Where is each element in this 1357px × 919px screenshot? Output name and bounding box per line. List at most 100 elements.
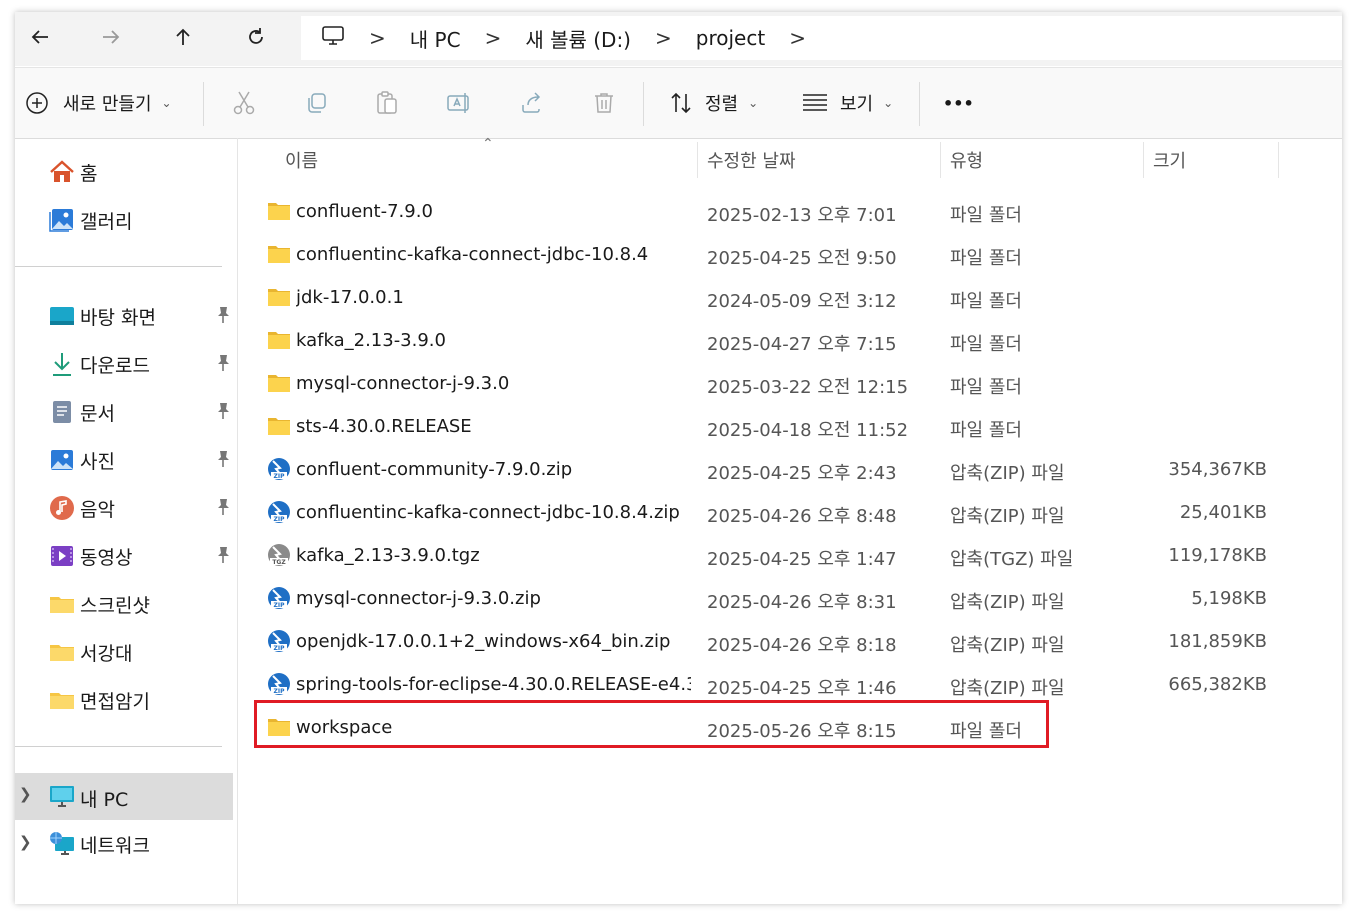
file-row[interactable]: TGZ kafka_2.13-3.9.0.tgz 2025-04-25 오후 1:4… — [257, 535, 1317, 578]
file-type: 파일 폴더 — [950, 334, 1022, 355]
column-header-name[interactable]: 이름 — [285, 138, 318, 182]
zip-icon: ZIP — [267, 672, 291, 696]
file-explorer-window: > 내 PC > 새 볼륨 (D:) > project > 새로 만들기 ⌄ — [15, 12, 1342, 904]
sidebar-item-desktop[interactable]: 바탕 화면 — [15, 293, 237, 337]
breadcrumb-separator[interactable]: > — [357, 26, 398, 50]
breadcrumb-separator[interactable]: > — [473, 26, 514, 50]
chevron-right-icon[interactable]: ❯ — [19, 833, 32, 851]
folder-icon — [50, 597, 74, 613]
sidebar-item-documents[interactable]: 문서 — [15, 389, 237, 433]
pin-icon[interactable] — [215, 353, 231, 373]
file-row[interactable]: jdk-17.0.0.1 2024-05-09 오전 3:12 파일 폴더 — [257, 277, 1317, 320]
sidebar-item-label: 사진 — [80, 451, 115, 473]
file-date: 2025-02-13 오후 7:01 — [707, 205, 897, 226]
file-name: spring-tools-for-eclipse-4.30.0.RELEASE-… — [296, 674, 691, 695]
new-button-label: 새로 만들기 — [63, 94, 152, 115]
sidebar-item-sogang[interactable]: 서강대 — [15, 629, 237, 673]
forward-button[interactable] — [93, 19, 129, 55]
sidebar-item-downloads[interactable]: 다운로드 — [15, 341, 237, 385]
delete-button[interactable] — [590, 89, 618, 117]
sidebar-item-network[interactable]: ❯ 네트워크 — [15, 821, 237, 865]
pin-icon[interactable] — [215, 497, 231, 517]
sidebar-item-label: 홈 — [80, 163, 98, 185]
sidebar-item-gallery[interactable]: 갤러리 — [15, 197, 237, 241]
breadcrumb-separator[interactable]: > — [777, 26, 818, 50]
column-header-size[interactable]: 크기 — [1153, 138, 1186, 182]
sidebar-item-label: 문서 — [80, 403, 115, 425]
pin-icon[interactable] — [215, 305, 231, 325]
zip-icon: ZIP — [267, 500, 291, 524]
chevron-down-icon: ⌄ — [161, 96, 172, 110]
column-divider[interactable] — [1278, 142, 1279, 178]
folder-icon — [267, 414, 291, 438]
sidebar-item-interview[interactable]: 면접암기 — [15, 677, 237, 721]
file-type: 파일 폴더 — [950, 377, 1022, 398]
sidebar-item-label: 다운로드 — [80, 355, 150, 377]
file-row[interactable]: ZIP confluent-community-7.9.0.zip 2025-04-… — [257, 449, 1317, 492]
sidebar-item-this-pc[interactable]: ❯ 내 PC — [15, 773, 233, 820]
svg-text:ZIP: ZIP — [274, 602, 286, 609]
pin-icon[interactable] — [215, 401, 231, 421]
sort-button[interactable]: 정렬 ⌄ — [669, 68, 758, 138]
more-options-button[interactable]: ••• — [943, 68, 974, 138]
copy-button[interactable] — [302, 89, 330, 117]
pin-icon[interactable] — [215, 545, 231, 565]
folder-icon — [267, 328, 291, 352]
sidebar-item-screenshots[interactable]: 스크린샷 — [15, 581, 237, 625]
file-row[interactable]: ZIP mysql-connector-j-9.3.0.zip 2025-04-26… — [257, 578, 1317, 621]
cut-button[interactable] — [230, 89, 258, 117]
sidebar-item-pictures[interactable]: 사진 — [15, 437, 237, 481]
column-divider[interactable] — [940, 142, 941, 178]
file-row[interactable]: sts-4.30.0.RELEASE 2025-04-18 오전 11:52 파일 … — [257, 406, 1317, 449]
desktop-icon — [50, 307, 74, 325]
network-icon — [50, 832, 74, 855]
back-button[interactable] — [22, 19, 58, 55]
column-header-type[interactable]: 유형 — [950, 138, 983, 182]
trash-icon — [595, 93, 613, 113]
column-header-date[interactable]: 수정한 날짜 — [707, 138, 796, 182]
breadcrumb[interactable]: > 내 PC > 새 볼륨 (D:) > project > — [301, 16, 1342, 60]
refresh-button[interactable] — [238, 19, 274, 55]
sidebar-item-home[interactable]: 홈 — [15, 149, 237, 193]
breadcrumb-this-pc[interactable]: 내 PC — [398, 24, 473, 53]
share-button[interactable] — [518, 89, 546, 117]
chevron-down-icon: ⌄ — [748, 96, 759, 110]
up-button[interactable] — [165, 19, 201, 55]
sidebar-item-videos[interactable]: 동영상 — [15, 533, 237, 577]
toolbar-divider — [203, 82, 204, 126]
svg-text:ZIP: ZIP — [274, 473, 286, 480]
highlight-box — [254, 700, 1049, 748]
this-pc-icon — [50, 786, 74, 807]
chevron-right-icon[interactable]: ❯ — [19, 785, 32, 803]
file-type: 압축(ZIP) 파일 — [950, 506, 1065, 527]
picture-icon — [51, 450, 73, 470]
sidebar-item-label: 음악 — [80, 499, 115, 521]
file-row[interactable]: confluentinc-kafka-connect-jdbc-10.8.4 20… — [257, 234, 1317, 277]
file-date: 2025-04-18 오전 11:52 — [707, 420, 909, 441]
rename-icon — [447, 93, 469, 113]
plus-circle-icon — [26, 92, 48, 114]
pin-icon[interactable] — [215, 449, 231, 469]
file-row[interactable]: ZIP confluentinc-kafka-connect-jdbc-10.8.… — [257, 492, 1317, 535]
chevron-down-icon: ⌄ — [883, 96, 894, 110]
breadcrumb-volume-d[interactable]: 새 볼륨 (D:) — [513, 24, 643, 53]
file-row[interactable]: confluent-7.9.0 2025-02-13 오후 7:01 파일 폴더 — [257, 191, 1317, 234]
column-divider[interactable] — [1143, 142, 1144, 178]
monitor-icon[interactable] — [301, 25, 357, 52]
file-row[interactable]: kafka_2.13-3.9.0 2025-04-27 오후 7:15 파일 폴더 — [257, 320, 1317, 363]
new-button[interactable]: 새로 만들기 ⌄ — [25, 68, 172, 138]
paste-button[interactable] — [373, 89, 401, 117]
sidebar-item-music[interactable]: 음악 — [15, 485, 237, 529]
file-row[interactable]: ZIP openjdk-17.0.0.1+2_windows-x64_bin.zi… — [257, 621, 1317, 664]
rename-button[interactable] — [445, 89, 473, 117]
breadcrumb-project[interactable]: project — [684, 26, 777, 50]
file-size: 354,367KB — [1168, 459, 1267, 480]
column-divider[interactable] — [697, 142, 698, 178]
file-name: openjdk-17.0.0.1+2_windows-x64_bin.zip — [296, 631, 671, 652]
copy-icon — [308, 93, 326, 113]
arrow-left-icon — [31, 30, 48, 44]
view-button[interactable]: 보기 ⌄ — [802, 68, 893, 138]
file-name: mysql-connector-j-9.3.0.zip — [296, 588, 541, 609]
file-row[interactable]: mysql-connector-j-9.3.0 2025-03-22 오전 12:… — [257, 363, 1317, 406]
breadcrumb-separator[interactable]: > — [643, 26, 684, 50]
